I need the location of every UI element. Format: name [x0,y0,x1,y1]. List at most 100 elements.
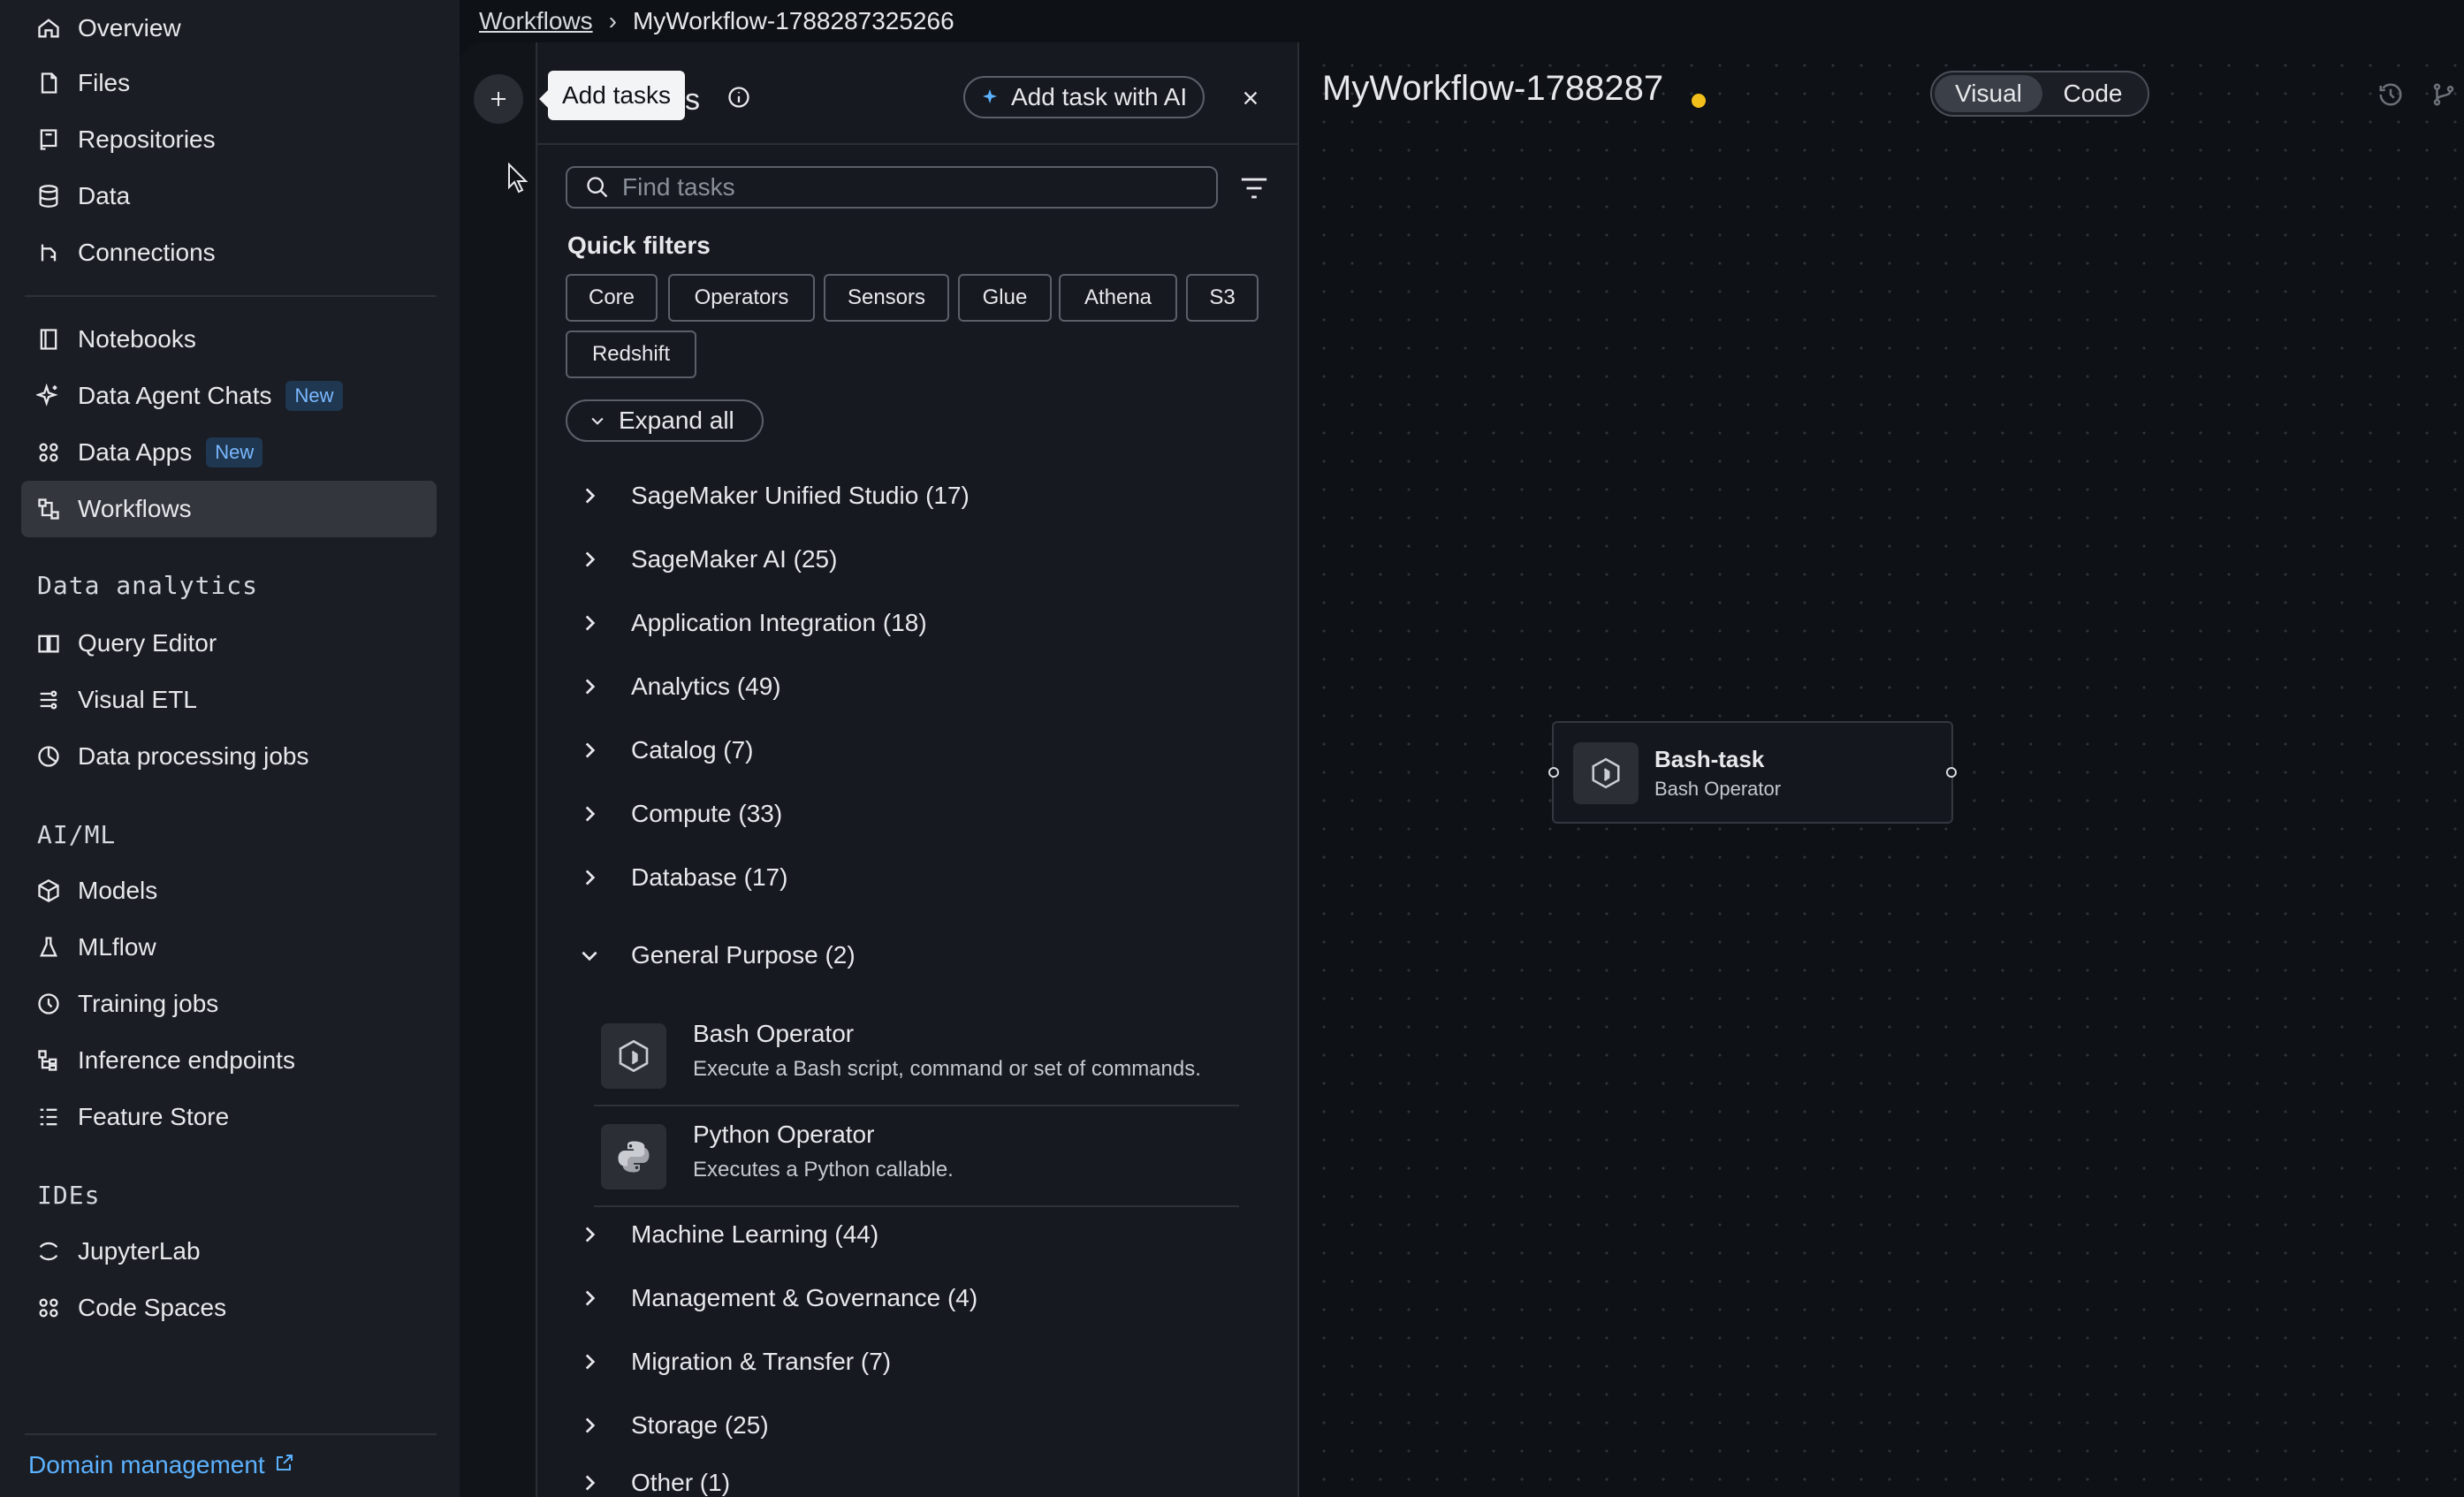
close-panel-button[interactable] [1234,81,1267,115]
sidebar-item-files[interactable]: Files [21,55,437,111]
sidebar-item-training-jobs[interactable]: Training jobs [21,976,437,1032]
filter-icon[interactable] [1239,175,1269,201]
sidebar-item-models[interactable]: Models [21,862,437,919]
operator-python[interactable]: Python Operator Executes a Python callab… [594,1110,1239,1207]
history-icon[interactable] [2377,81,2404,108]
filter-chip-glue[interactable]: Glue [958,274,1052,322]
category-general-purpose[interactable]: General Purpose (2) [578,938,856,973]
category-sagemaker-ai[interactable]: SageMaker AI (25) [578,542,837,577]
section-heading-ai-ml: AI/ML [37,820,117,849]
sidebar-item-code-spaces[interactable]: Code Spaces [21,1280,437,1336]
sidebar-item-data-agent-chats[interactable]: Data Agent Chats New [21,368,437,424]
sidebar: Overview Files Repositories Data Connect… [0,0,460,1497]
sidebar-item-label: Connections [78,239,216,266]
category-label: Analytics (49) [631,673,781,700]
node-input-port[interactable] [1548,767,1559,778]
code-tab[interactable]: Code [2042,75,2143,112]
list-icon [35,1104,62,1130]
section-heading-data-analytics: Data analytics [37,571,259,600]
sidebar-item-repositories[interactable]: Repositories [21,111,437,168]
add-tasks-button[interactable] [474,74,523,124]
sidebar-item-label: Repositories [78,125,216,153]
external-link-icon [274,1451,295,1479]
new-badge: New [206,437,263,467]
sidebar-item-overview[interactable]: Overview [21,0,437,57]
file-icon [35,70,62,96]
category-catalog[interactable]: Catalog (7) [578,733,754,768]
sidebar-item-jupyterlab[interactable]: JupyterLab [21,1223,437,1280]
filter-chip-core[interactable]: Core [566,274,658,322]
node-output-port[interactable] [1946,767,1957,778]
view-mode-toggle: Visual Code [1930,71,2149,117]
category-migration-transfer[interactable]: Migration & Transfer (7) [578,1344,891,1379]
sidebar-item-mlflow[interactable]: MLflow [21,919,437,976]
category-application-integration[interactable]: Application Integration (18) [578,605,927,641]
chevron-right-icon [585,1290,596,1306]
category-label: Catalog (7) [631,736,754,764]
category-sagemaker-unified-studio[interactable]: SageMaker Unified Studio (17) [578,478,970,513]
database-icon [35,183,62,209]
breadcrumb-workflows-link[interactable]: Workflows [479,7,593,35]
sidebar-item-label: Files [78,69,131,96]
sidebar-item-label: Data processing jobs [78,742,309,770]
filter-chip-s3[interactable]: S3 [1186,274,1259,322]
add-task-with-ai-button[interactable]: Add task with AI [963,76,1205,118]
domain-management-link[interactable]: Domain management [28,1451,295,1479]
category-machine-learning[interactable]: Machine Learning (44) [578,1217,878,1252]
unsaved-indicator [1692,94,1706,108]
find-tasks-input[interactable] [622,173,1188,201]
category-compute[interactable]: Compute (33) [578,796,782,832]
category-label: Other (1) [631,1469,731,1496]
category-management-governance[interactable]: Management & Governance (4) [578,1280,977,1316]
sidebar-item-notebooks[interactable]: Notebooks [21,311,437,368]
endpoints-icon [35,1047,62,1074]
operator-name: Bash Operator [693,1020,855,1047]
search-icon [587,177,608,198]
chevron-right-icon [585,1475,596,1491]
workflow-node-bash-task[interactable]: Bash-task Bash Operator [1552,721,1953,824]
breadcrumb-current: MyWorkflow-1788287325266 [632,7,954,34]
etl-icon [35,687,62,713]
visual-tab[interactable]: Visual [1935,75,2042,112]
sparkle-icon [35,383,62,409]
add-task-with-ai-label: Add task with AI [1011,83,1188,110]
category-other[interactable]: Other (1) [578,1465,730,1497]
chevron-right-icon [585,742,596,758]
filter-chip-redshift[interactable]: Redshift [566,331,696,378]
chevron-right-icon [585,615,596,631]
expand-all-button[interactable]: Expand all [566,399,764,442]
sidebar-item-label: MLflow [78,933,156,961]
find-tasks-search[interactable] [566,166,1218,209]
node-name: Bash-task [1654,746,1765,772]
sidebar-item-query-editor[interactable]: Query Editor [21,615,437,672]
operator-bash[interactable]: Bash Operator Execute a Bash script, com… [594,1009,1239,1106]
cube-icon [35,878,62,904]
repository-icon [35,126,62,153]
chevron-right-icon [585,551,596,567]
filter-chip-operators[interactable]: Operators [668,274,815,322]
category-analytics[interactable]: Analytics (49) [578,669,781,704]
add-tasks-tooltip: Add tasks [539,71,685,120]
filter-chip-sensors[interactable]: Sensors [824,274,949,322]
sidebar-item-data-processing-jobs[interactable]: Data processing jobs [21,728,437,785]
sidebar-item-inference-endpoints[interactable]: Inference endpoints [21,1032,437,1089]
sidebar-item-label: Data Agent Chats [78,382,272,409]
chevron-right-icon [585,806,596,822]
sparkle-icon [983,89,997,103]
sidebar-item-feature-store[interactable]: Feature Store [21,1089,437,1145]
sidebar-item-data-apps[interactable]: Data Apps New [21,424,437,481]
sidebar-item-data[interactable]: Data [21,168,437,224]
category-label: Database (17) [631,863,788,891]
category-storage[interactable]: Storage (25) [578,1408,769,1443]
sidebar-item-connections[interactable]: Connections [21,224,437,281]
filter-chip-athena[interactable]: Athena [1059,274,1177,322]
sidebar-item-visual-etl[interactable]: Visual ETL [21,672,437,728]
info-icon[interactable] [726,85,751,110]
chevron-right-icon [585,679,596,695]
breadcrumb: Workflows › MyWorkflow-1788287325266 [460,0,2464,42]
category-database[interactable]: Database (17) [578,860,787,895]
book-icon [35,630,62,657]
sidebar-item-workflows[interactable]: Workflows [21,481,437,537]
branch-icon[interactable] [2430,81,2457,108]
sidebar-item-label: Query Editor [78,629,217,657]
